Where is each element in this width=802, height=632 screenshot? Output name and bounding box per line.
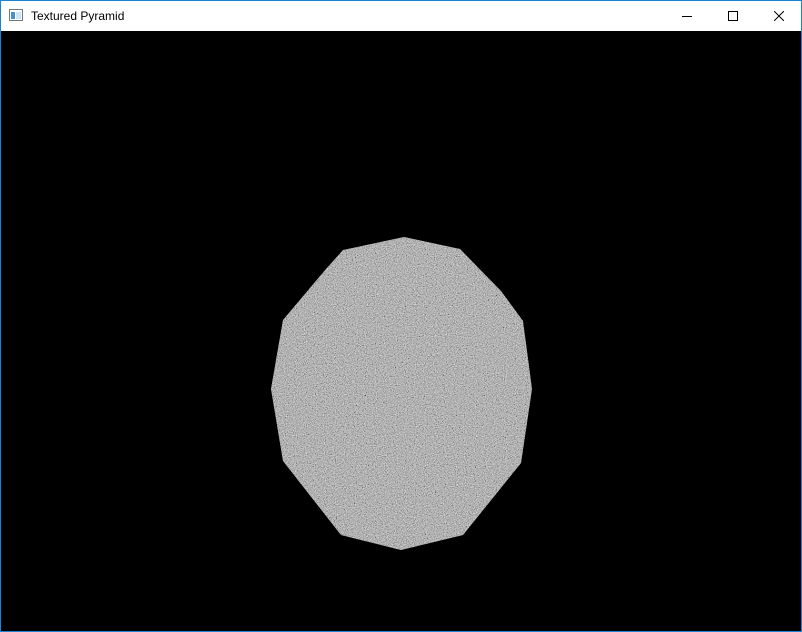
render-viewport[interactable] [1, 31, 801, 631]
app-icon-left-pane [11, 12, 15, 19]
maximize-button[interactable] [710, 1, 756, 31]
pyramid-mesh [271, 237, 532, 550]
maximize-icon [728, 11, 738, 21]
close-button[interactable] [756, 1, 802, 31]
minimize-button[interactable] [664, 1, 710, 31]
title-bar[interactable]: Textured Pyramid [1, 1, 801, 31]
scene-canvas [271, 237, 532, 550]
minimize-icon [682, 16, 692, 17]
app-icon-right-pane [16, 12, 21, 19]
app-window: Textured Pyramid [0, 0, 802, 632]
window-title: Textured Pyramid [31, 9, 125, 23]
pyramid-texture-overlay [271, 237, 532, 550]
close-icon [774, 11, 784, 21]
window-app-icon[interactable] [9, 9, 23, 21]
